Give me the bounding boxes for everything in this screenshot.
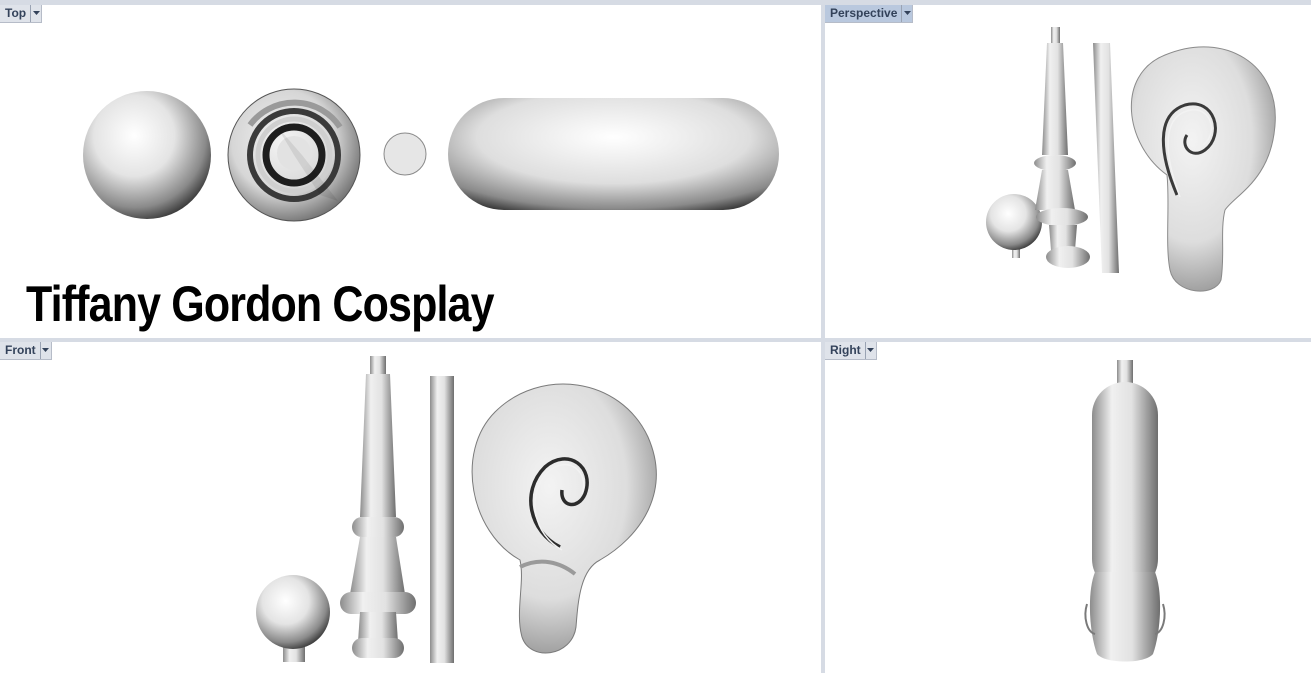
right-view-scene (1084, 360, 1166, 662)
perspective-view-scene (986, 27, 1276, 292)
viewport-tab-right[interactable]: Right (825, 342, 877, 360)
spire-shape (340, 356, 416, 658)
rod-shape (1093, 43, 1119, 273)
viewport-tab-top[interactable]: Top (0, 5, 43, 23)
chevron-down-icon[interactable] (901, 5, 912, 22)
viewport-tab-front[interactable]: Front (0, 342, 52, 360)
spire-shape (1034, 27, 1090, 268)
chevron-down-icon[interactable] (864, 342, 876, 359)
rod-shape (430, 376, 454, 663)
swirl-shape (1131, 46, 1276, 292)
viewport-label-perspective: Perspective (830, 6, 898, 20)
sphere-shape (986, 194, 1042, 258)
rod-top-shape (383, 132, 427, 176)
front-view-scene (256, 356, 657, 663)
side-profile-shape (1084, 382, 1166, 662)
pill-shape (448, 98, 779, 210)
viewport-label-top: Top (5, 6, 27, 20)
sphere-shape (256, 575, 330, 662)
viewport-tab-perspective[interactable]: Perspective (825, 5, 914, 23)
swirl-shape (471, 383, 657, 654)
viewport-top[interactable]: Top Tiffany Gordon Cosplay (0, 5, 821, 338)
sphere-shape (83, 91, 211, 219)
chevron-down-icon[interactable] (39, 342, 51, 359)
viewport-label-right: Right (830, 343, 861, 357)
viewport-right[interactable]: Right (825, 342, 1311, 673)
viewport-front[interactable]: Front (0, 342, 821, 673)
finial-top-shape (227, 88, 361, 222)
watermark-text: Tiffany Gordon Cosplay (26, 276, 495, 332)
chevron-down-icon[interactable] (30, 5, 41, 22)
viewport-label-front: Front (5, 343, 36, 357)
viewport-perspective[interactable]: Perspective (825, 5, 1311, 338)
